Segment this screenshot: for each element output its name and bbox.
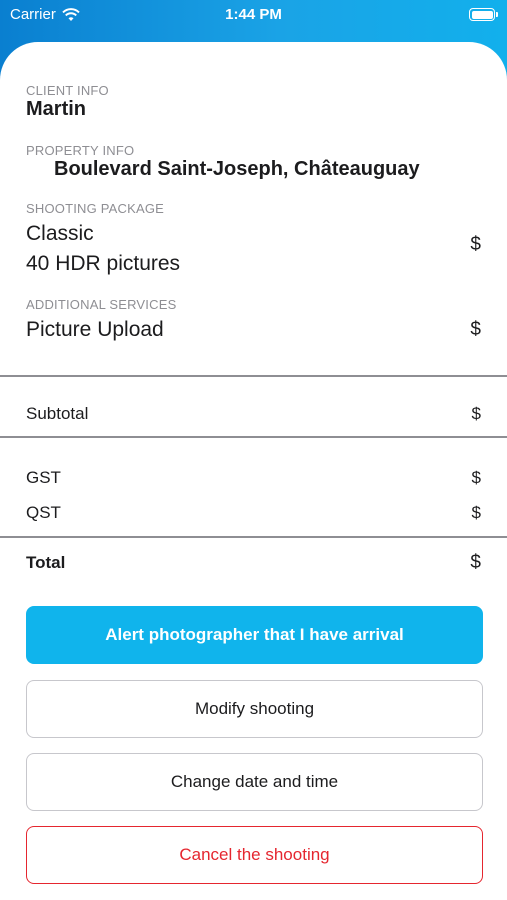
divider [0,536,507,538]
qst-label: QST [26,503,61,522]
package-price: $ [470,234,481,255]
divider [0,436,507,438]
battery-level [471,10,493,19]
package-name: Classic [26,222,94,245]
total-label: Total [26,553,66,572]
subtotal-label: Subtotal [26,404,89,423]
client-name: Martin [26,98,86,120]
gst-value: $ [471,468,481,487]
modify-shooting-button[interactable]: Modify shooting [26,680,483,738]
alert-photographer-button[interactable]: Alert photographer that I have arrival [26,606,483,664]
cancel-shooting-button[interactable]: Cancel the shooting [26,826,483,884]
additional-service-price: $ [470,319,481,340]
package-detail: 40 HDR pictures [26,252,181,275]
client-info-label: CLIENT INFO [26,83,109,98]
status-time: 1:44 PM [225,6,282,23]
divider [0,375,507,377]
additional-services-label: ADDITIONAL SERVICES [26,297,177,312]
subtotal-value: $ [471,404,481,423]
property-info-label: PROPERTY INFO [26,143,135,158]
battery-icon [469,8,498,21]
booking-summary-sheet: CLIENT INFO Martin PROPERTY INFO Bouleva… [0,42,507,900]
status-bar: Carrier 1:44 PM [0,0,507,30]
change-date-time-button[interactable]: Change date and time [26,753,483,811]
shooting-package-label: SHOOTING PACKAGE [26,201,165,216]
additional-service-name: Picture Upload [26,318,164,341]
property-address: Boulevard Saint-Joseph, Châteauguay [54,158,420,180]
total-value: $ [470,552,481,573]
qst-value: $ [471,503,481,522]
gst-label: GST [26,468,61,487]
